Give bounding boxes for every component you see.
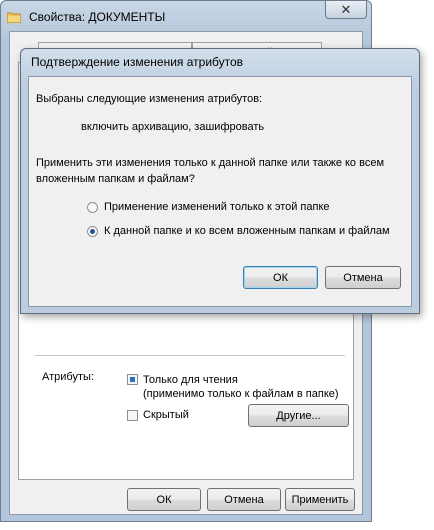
divider [35, 355, 345, 357]
radio-row-this-folder[interactable]: Применение изменений только к этой папке [87, 201, 330, 213]
dialog-client-area: Выбраны следующие изменения атрибутов: в… [28, 76, 412, 307]
radio-this-folder-label: Применение изменений только к этой папке [104, 201, 330, 213]
cancel-button[interactable]: Отмена [207, 488, 281, 511]
dialog-changes-text: включить архивацию, зашифровать [81, 121, 265, 133]
other-attributes-button[interactable]: Другие... [248, 404, 349, 427]
hidden-checkbox[interactable] [127, 410, 138, 421]
radio-row-all[interactable]: К данной папке и ко всем вложенным папка… [87, 225, 390, 237]
close-icon[interactable]: ✕ [325, 1, 367, 19]
radio-all-subfolders[interactable] [87, 225, 98, 237]
readonly-label: Только для чтения (применимо только к фа… [143, 373, 339, 401]
attributes-label: Атрибуты: [42, 371, 94, 383]
properties-titlebar[interactable]: Свойства: ДОКУМЕНТЫ [7, 5, 365, 29]
properties-title: Свойства: ДОКУМЕНТЫ [29, 10, 166, 24]
radio-all-subfolders-label: К данной папке и ко всем вложенным папка… [104, 225, 390, 237]
readonly-checkbox[interactable] [127, 374, 138, 385]
ok-button[interactable]: ОК [127, 488, 201, 511]
dialog-question-text: Применить эти изменения только к данной … [36, 157, 385, 185]
dialog-cancel-button[interactable]: Отмена [325, 266, 401, 289]
folder-icon [7, 11, 21, 23]
readonly-label-line1: Только для чтения [143, 374, 238, 386]
readonly-checkbox-row[interactable]: Только для чтения (применимо только к фа… [127, 373, 339, 401]
hidden-label: Скрытый [143, 409, 189, 421]
dialog-intro-text: Выбраны следующие изменения атрибутов: [36, 93, 263, 105]
readonly-label-line2: (применимо только к файлам в папке) [143, 388, 339, 400]
apply-button[interactable]: Применить [285, 488, 355, 511]
dialog-title: Подтверждение изменения атрибутов [31, 55, 244, 69]
confirm-attributes-dialog: Подтверждение изменения атрибутов Выбран… [20, 48, 420, 314]
dialog-ok-button[interactable]: ОК [243, 266, 318, 289]
radio-this-folder[interactable] [87, 201, 98, 213]
hidden-checkbox-row[interactable]: Скрытый [127, 409, 189, 421]
